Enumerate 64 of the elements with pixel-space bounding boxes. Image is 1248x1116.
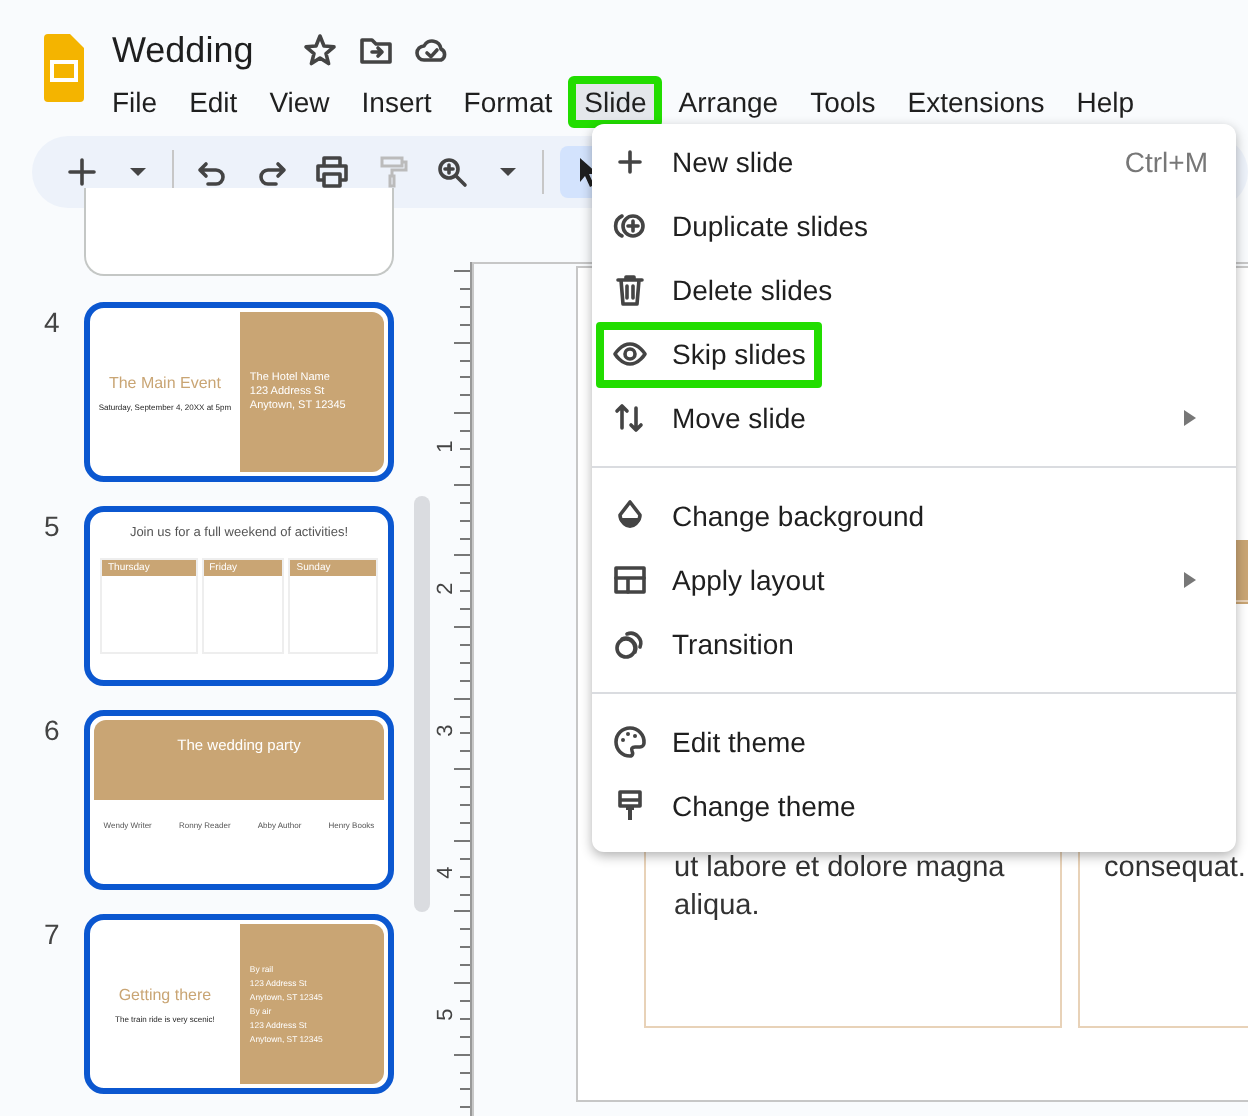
- slide-number: 7: [44, 918, 60, 950]
- menu-label: Change background: [672, 497, 925, 536]
- menu-label: New slide: [672, 143, 794, 181]
- menu-item[interactable]: Arrange: [662, 76, 795, 128]
- slide-thumbnail[interactable]: [84, 188, 394, 276]
- menu-label: Move slide: [672, 399, 806, 437]
- slide-text: consequat.: [1104, 850, 1248, 888]
- move-to-folder-icon[interactable]: [357, 32, 394, 68]
- menu-item[interactable]: New slide Ctrl+M: [592, 130, 1236, 194]
- menu-item[interactable]: Transition: [592, 612, 1236, 676]
- transition-icon: [612, 626, 648, 662]
- slide-text: ut labore et dolore magna: [674, 850, 1007, 888]
- slide-text: aliqua.: [674, 888, 762, 926]
- menu-label: Change theme: [672, 787, 856, 826]
- scrollbar[interactable]: [414, 496, 430, 912]
- print-icon[interactable]: [314, 154, 350, 190]
- menu-item[interactable]: Tools: [794, 76, 892, 128]
- menu-item[interactable]: Format: [447, 76, 569, 128]
- menu-item[interactable]: View: [253, 76, 346, 128]
- menu-item[interactable]: Move slide: [592, 386, 1236, 450]
- slide-number: 4: [44, 306, 60, 338]
- plus-icon: [612, 144, 648, 180]
- duplicate-icon: [612, 208, 648, 244]
- zoom-icon[interactable]: [434, 154, 470, 190]
- menu-item[interactable]: Edit theme: [592, 710, 1236, 774]
- paint-roller-icon: [612, 788, 648, 824]
- menu-item[interactable]: Slide: [568, 76, 663, 128]
- plus-icon[interactable]: [64, 154, 100, 190]
- shortcut-text: Ctrl+M: [1124, 143, 1208, 181]
- thumbnail-title: Getting there: [118, 983, 212, 1007]
- document-title[interactable]: Wedding: [112, 28, 254, 72]
- ruler-number: 3: [431, 724, 460, 737]
- droplet-icon: [612, 498, 648, 534]
- menu-label: Edit theme: [672, 723, 806, 761]
- menu-label: Apply layout: [672, 561, 825, 600]
- menu-label: Transition: [672, 625, 794, 663]
- ruler-number: 4: [431, 866, 460, 879]
- star-icon[interactable]: [301, 32, 338, 68]
- ruler-number: 1: [431, 440, 460, 453]
- menu-label: Skip slides: [672, 335, 806, 374]
- trash-icon: [612, 272, 648, 308]
- slide-banner: [1236, 540, 1248, 604]
- menu-item[interactable]: Change theme: [592, 774, 1236, 838]
- ruler-number: 2: [431, 582, 460, 595]
- menu-item[interactable]: Extensions: [891, 76, 1061, 128]
- menu-item[interactable]: Delete slides: [592, 258, 1236, 322]
- menu-item[interactable]: Duplicate slides: [592, 194, 1236, 258]
- slide-number: 5: [44, 510, 60, 542]
- palette-icon: [612, 724, 648, 760]
- menu-item[interactable]: Apply layout: [592, 548, 1236, 612]
- thumbnail-title: The Main Event: [108, 371, 221, 395]
- menu-label: Delete slides: [672, 271, 833, 309]
- menu-item[interactable]: File: [96, 76, 174, 128]
- menu-item[interactable]: Skip slides: [592, 322, 1236, 386]
- menu-item[interactable]: Edit: [173, 76, 254, 128]
- layout-icon: [612, 562, 648, 598]
- menu-item[interactable]: Help: [1060, 76, 1151, 128]
- up-down-arrows-icon: [612, 400, 648, 436]
- ruler-number: 5: [431, 1008, 460, 1021]
- menu-label: Duplicate slides: [672, 207, 869, 246]
- eye-icon: [612, 336, 648, 372]
- slide-number: 6: [44, 714, 60, 746]
- menu-item[interactable]: Insert: [345, 76, 448, 128]
- menu-item[interactable]: Change background: [592, 484, 1236, 548]
